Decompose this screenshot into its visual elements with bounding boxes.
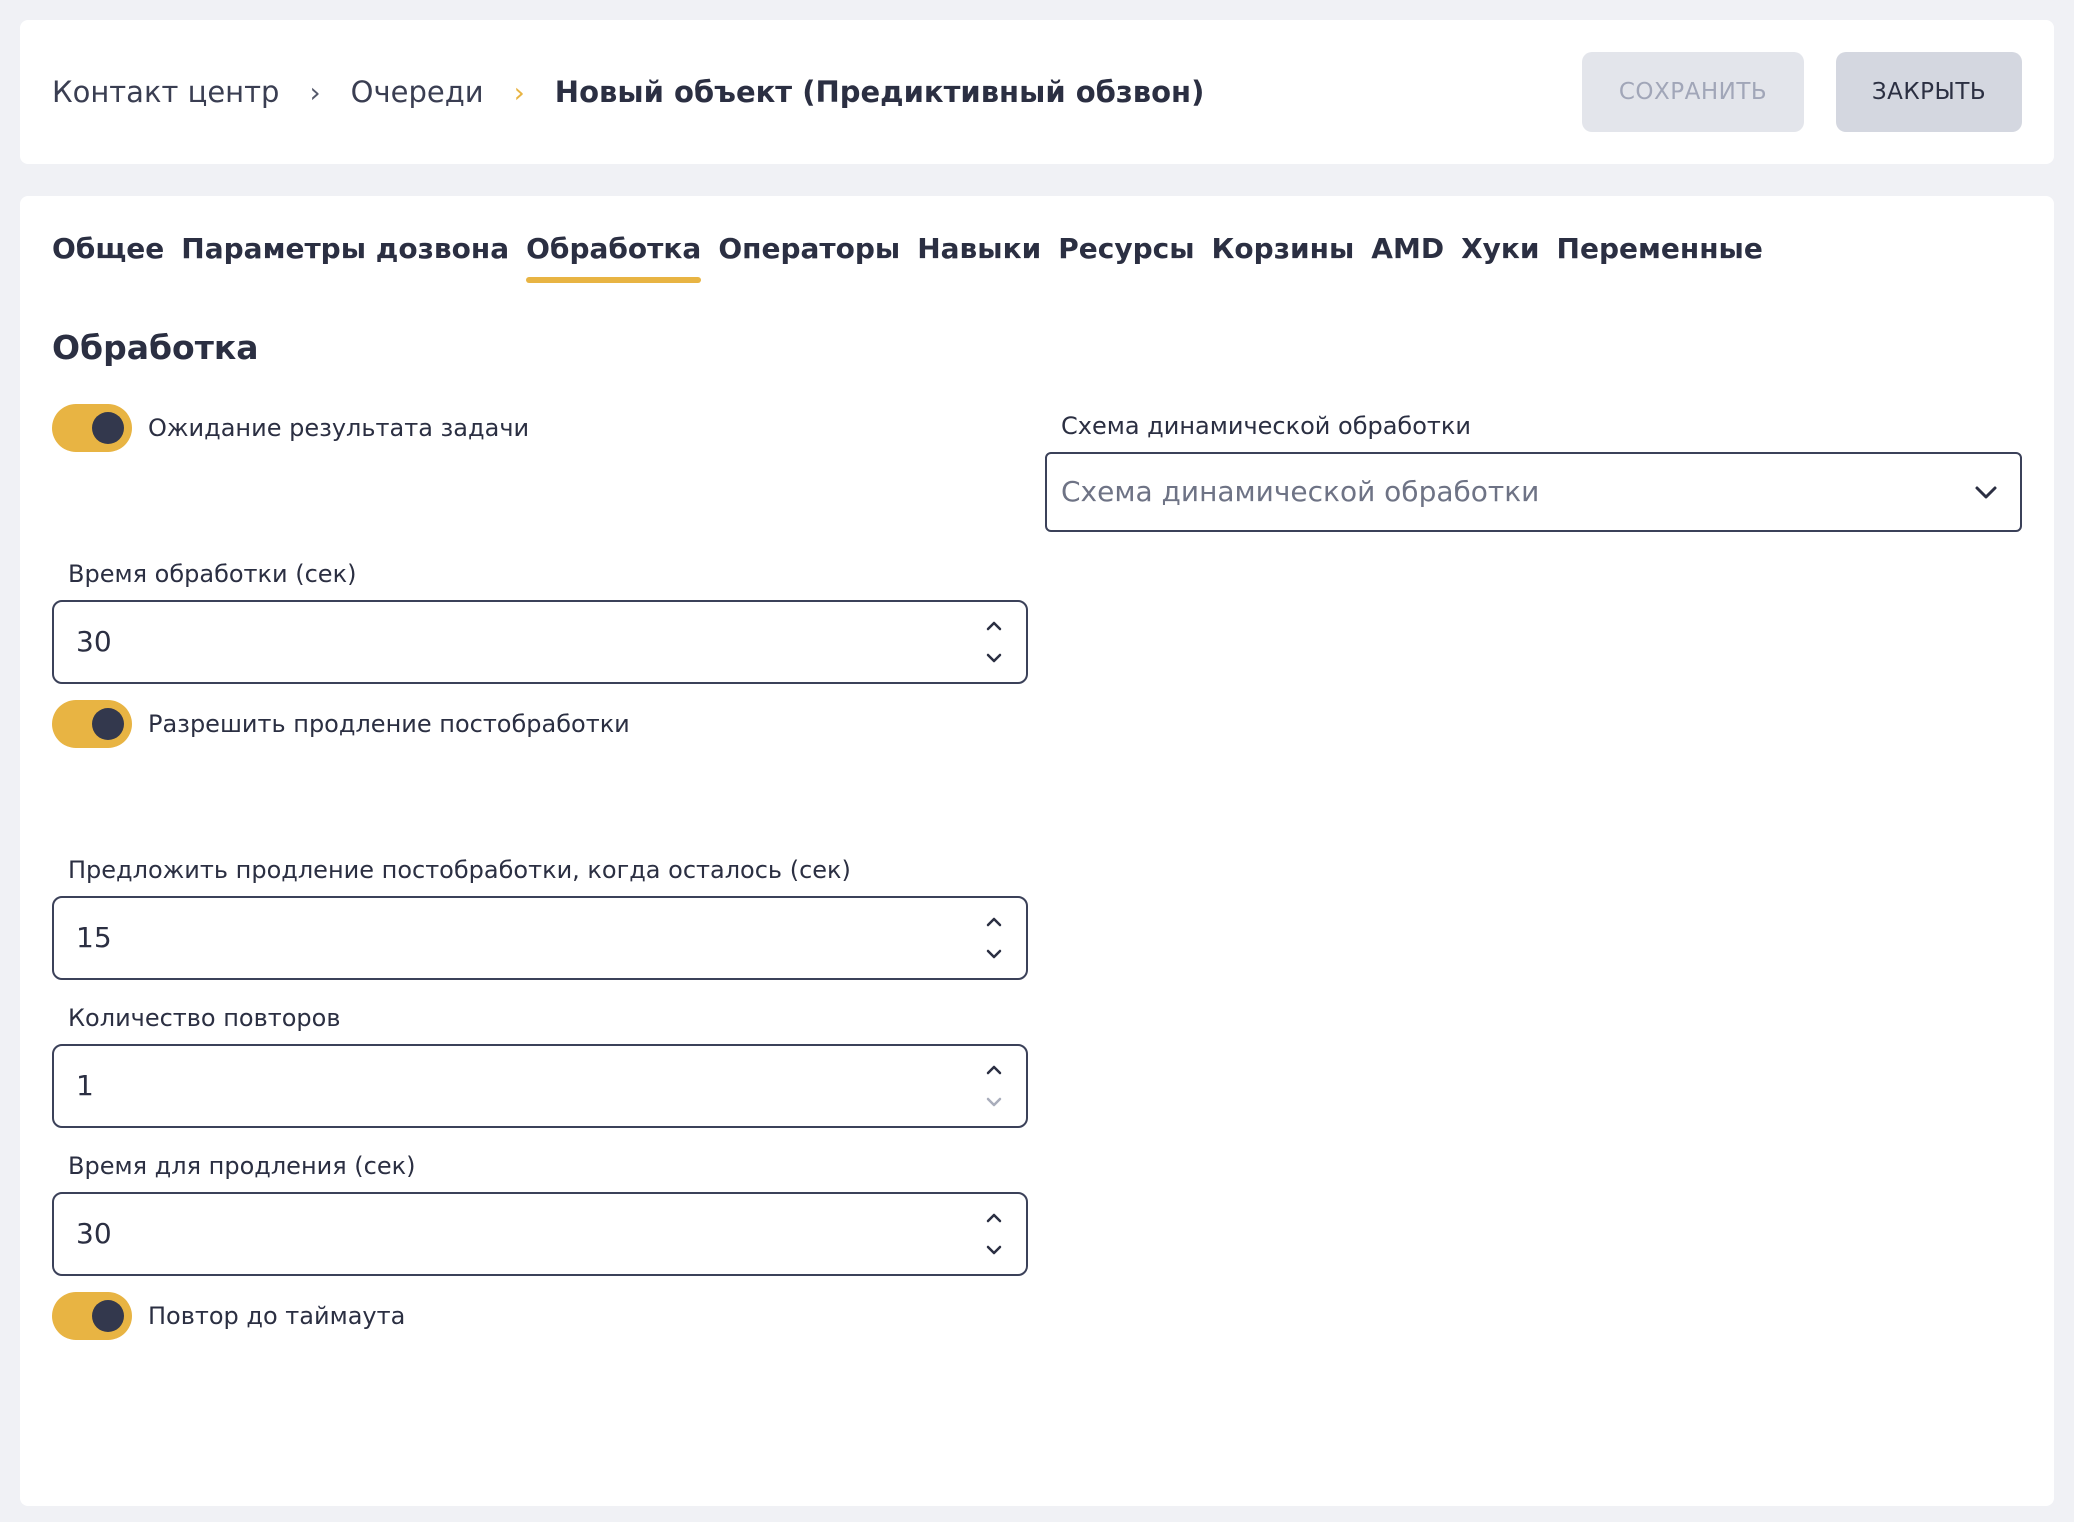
wait-result-toggle[interactable] (52, 404, 132, 452)
chevron-down-icon[interactable] (980, 1088, 1008, 1116)
dynamic-scheme-select[interactable]: Схема динамической обработки (1045, 452, 2022, 532)
dynamic-scheme-placeholder: Схема динамической обработки (1061, 475, 1540, 508)
tab-baskets[interactable]: Корзины (1212, 232, 1355, 283)
tab-operators[interactable]: Операторы (718, 232, 900, 283)
tab-skills[interactable]: Навыки (917, 232, 1041, 283)
tab-processing[interactable]: Обработка (526, 232, 702, 283)
processing-time-label: Время обработки (сек) (68, 560, 357, 588)
tab-hooks[interactable]: Хуки (1461, 232, 1539, 283)
breadcrumb-item-queues[interactable]: Очереди (351, 75, 484, 109)
chevron-up-icon[interactable] (980, 612, 1008, 640)
repeat-timeout-toggle[interactable] (52, 1292, 132, 1340)
repeat-count-stepper (980, 1054, 1008, 1118)
tab-amd[interactable]: AMD (1371, 232, 1444, 283)
chevron-up-icon[interactable] (980, 1056, 1008, 1084)
processing-time-stepper (980, 610, 1008, 674)
chevron-up-icon[interactable] (980, 1204, 1008, 1232)
chevron-right-icon: › (513, 75, 525, 109)
repeat-count-value: 1 (76, 1069, 94, 1102)
chevron-down-icon[interactable] (980, 940, 1008, 968)
chevron-up-icon[interactable] (980, 908, 1008, 936)
extension-time-value: 30 (76, 1217, 112, 1250)
header-bar: Контакт центр › Очереди › Новый объект (… (20, 20, 2054, 164)
toggle-knob (92, 1300, 124, 1332)
repeat-timeout-label: Повтор до таймаута (148, 1302, 406, 1330)
tab-bar: Общее Параметры дозвона Обработка Операт… (52, 232, 1763, 283)
toggle-knob (92, 708, 124, 740)
repeat-count-label: Количество повторов (68, 1004, 341, 1032)
close-button[interactable]: ЗАКРЫТЬ (1836, 52, 2022, 132)
breadcrumb-current: Новый объект (Предиктивный обзвон) (554, 75, 1205, 109)
processing-time-value: 30 (76, 625, 112, 658)
tab-resources[interactable]: Ресурсы (1058, 232, 1194, 283)
offer-extension-label: Предложить продление постобработки, когд… (68, 856, 851, 884)
tab-dial-params[interactable]: Параметры дозвона (181, 232, 509, 283)
chevron-down-icon[interactable] (980, 644, 1008, 672)
tab-variables[interactable]: Переменные (1557, 232, 1763, 283)
dynamic-scheme-label: Схема динамической обработки (1061, 412, 1471, 440)
wait-result-label: Ожидание результата задачи (148, 414, 530, 442)
section-title: Обработка (52, 328, 259, 367)
offer-extension-input[interactable]: 15 (52, 896, 1028, 980)
breadcrumb-item-contact-center[interactable]: Контакт центр (52, 75, 279, 109)
repeat-timeout-row: Повтор до таймаута (52, 1292, 405, 1340)
allow-extension-toggle[interactable] (52, 700, 132, 748)
allow-extension-row: Разрешить продление постобработки (52, 700, 630, 748)
offer-extension-stepper (980, 906, 1008, 970)
tab-general[interactable]: Общее (52, 232, 164, 283)
wait-result-row: Ожидание результата задачи (52, 404, 529, 452)
offer-extension-value: 15 (76, 921, 112, 954)
extension-time-stepper (980, 1202, 1008, 1266)
toggle-knob (92, 412, 124, 444)
chevron-right-icon: › (309, 75, 321, 109)
processing-time-input[interactable]: 30 (52, 600, 1028, 684)
repeat-count-input[interactable]: 1 (52, 1044, 1028, 1128)
breadcrumb: Контакт центр › Очереди › Новый объект (… (52, 20, 1204, 164)
content-card: Общее Параметры дозвона Обработка Операт… (20, 196, 2054, 1506)
allow-extension-label: Разрешить продление постобработки (148, 710, 630, 738)
extension-time-input[interactable]: 30 (52, 1192, 1028, 1276)
save-button[interactable]: СОХРАНИТЬ (1582, 52, 1804, 132)
chevron-down-icon (1975, 486, 1997, 499)
extension-time-label: Время для продления (сек) (68, 1152, 416, 1180)
chevron-down-icon[interactable] (980, 1236, 1008, 1264)
